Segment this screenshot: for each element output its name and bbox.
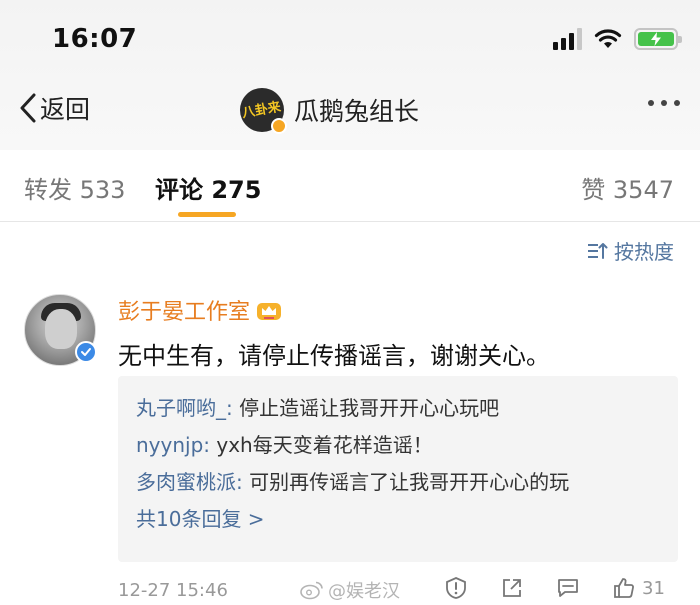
like-button[interactable] — [612, 576, 636, 600]
more-options-button[interactable] — [648, 100, 680, 106]
reply-item[interactable]: 丸子啊哟_: 停止造谣让我哥开开心心玩吧 — [136, 390, 660, 427]
tab-likes[interactable]: 赞 3547 — [581, 170, 674, 205]
comment-actions: 31 — [444, 576, 665, 600]
reply-user[interactable]: 丸子啊哟_: — [136, 396, 233, 420]
nav-title-group[interactable]: 八卦来 瓜鹅兔组长 — [240, 88, 420, 134]
warning-icon — [446, 577, 466, 599]
charging-bolt-icon — [651, 32, 661, 46]
wifi-icon — [594, 29, 622, 48]
status-time: 16:07 — [52, 24, 138, 54]
share-icon — [503, 579, 521, 597]
comment-avatar[interactable] — [24, 294, 97, 366]
more-replies-link[interactable]: 共10条回复 > — [136, 501, 660, 538]
thumbs-up-icon — [614, 578, 634, 598]
watermark: @娱老汉 — [300, 577, 400, 603]
share-button[interactable] — [500, 576, 524, 600]
like-count: 31 — [642, 577, 665, 599]
sort-label: 按热度 — [614, 240, 674, 264]
reply-text: 可别再传谣言了让我哥开开心心的玩 — [242, 470, 570, 494]
weibo-logo-icon — [300, 581, 323, 600]
reply-user[interactable]: nyynjp: — [136, 433, 210, 457]
comment-author-name[interactable]: 彭于晏工作室 — [118, 294, 250, 326]
battery-fill — [638, 32, 674, 46]
comment-text: 无中生有，请停止传播谣言，谢谢关心。 — [118, 342, 550, 370]
reply-text: 停止造谣让我哥开开心心玩吧 — [232, 396, 500, 420]
reply-item[interactable]: 多肉蜜桃派: 可别再传谣言了让我哥开开心心的玩 — [136, 464, 660, 501]
comment-author[interactable]: 彭于晏工作室 — [118, 294, 282, 326]
chevron-left-icon — [20, 93, 36, 123]
dot-icon — [648, 100, 654, 106]
report-button[interactable] — [444, 576, 468, 600]
replies-box[interactable]: 丸子啊哟_: 停止造谣让我哥开开心心玩吧 nyynjp: yxh每天变着花样造谣… — [118, 376, 678, 562]
verified-badge-icon — [271, 118, 287, 134]
reply-text: yxh每天变着花样造谣！ — [210, 433, 433, 457]
back-label: 返回 — [40, 95, 91, 124]
tab-bar: 转发 533 评论 275 赞 3547 — [0, 150, 700, 222]
battery-icon — [634, 28, 682, 50]
comment-icon — [558, 579, 578, 597]
reply-user[interactable]: 多肉蜜桃派: — [136, 470, 243, 494]
reply-button[interactable] — [556, 576, 580, 600]
page-title: 瓜鹅兔组长 — [294, 97, 420, 126]
comment-timestamp: 12-27 15:46 — [118, 580, 228, 601]
crown-badge-icon — [257, 303, 282, 320]
avatar[interactable]: 八卦来 — [240, 88, 287, 134]
dot-icon — [661, 100, 667, 106]
back-button[interactable]: 返回 — [18, 90, 90, 126]
tab-comments[interactable]: 评论 275 — [155, 170, 261, 205]
status-icons — [553, 28, 682, 50]
sort-button[interactable]: 按热度 — [586, 236, 674, 265]
cellular-signal-icon — [553, 28, 582, 50]
sort-icon — [588, 242, 608, 259]
tab-reposts[interactable]: 转发 533 — [24, 170, 125, 205]
reply-item[interactable]: nyynjp: yxh每天变着花样造谣！ — [136, 427, 660, 464]
watermark-text: @娱老汉 — [328, 581, 400, 602]
avatar-logo-text: 八卦来 — [241, 99, 283, 121]
active-tab-indicator — [178, 212, 236, 217]
dot-icon — [674, 100, 680, 106]
verified-badge-icon — [75, 341, 97, 363]
